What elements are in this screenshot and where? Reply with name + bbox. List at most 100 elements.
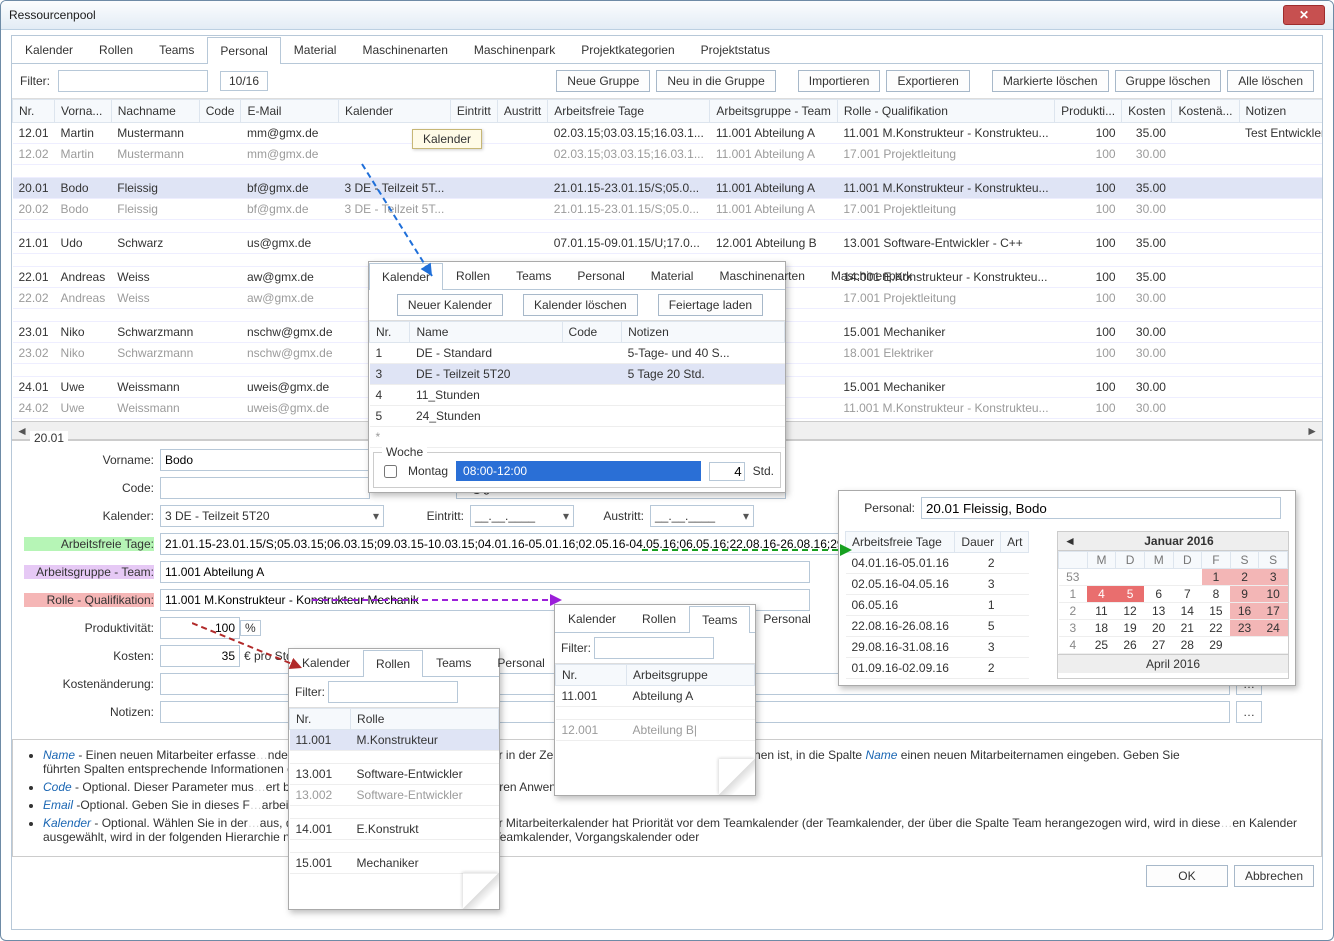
table-row[interactable]: 20.01BodoFleissigbf@gmx.de3 DE - Teilzei… (13, 178, 1323, 199)
calendar-day[interactable]: 16 (1230, 603, 1259, 620)
list-item[interactable]: 411_Stunden (370, 385, 785, 406)
rollen-list[interactable]: Nr.Rolle11.001M.Konstrukteur13.001Softwa… (289, 708, 499, 874)
kalender-dropdown[interactable]: 3 DE - Teilzeit 5T20 (160, 505, 384, 527)
list-item[interactable]: 15.001Mechaniker (290, 853, 499, 874)
tab-kalender[interactable]: Kalender (369, 263, 443, 290)
col-nachname[interactable]: Nachname (111, 100, 199, 123)
scroll-left-icon[interactable]: ◄ (16, 424, 28, 438)
tab-personal[interactable]: Personal (564, 262, 637, 289)
col-arbeitsfrei[interactable]: Arbeitsfreie Tage (548, 100, 710, 123)
list-item[interactable]: 02.05.16-04.05.163 (846, 574, 1029, 595)
montag-zeit-input[interactable]: 08:00-12:00 (456, 461, 701, 481)
calendar-day[interactable]: 5 (1116, 586, 1145, 603)
table-row[interactable]: 21.01UdoSchwarzus@gmx.de07.01.15-09.01.1… (13, 233, 1323, 254)
calendar-day[interactable]: 9 (1230, 586, 1259, 603)
teams-list[interactable]: Nr.Arbeitsgruppe11.001Abteilung A12.001A… (555, 664, 755, 741)
list-item[interactable]: 14.001E.Konstrukt (290, 819, 499, 840)
calendar-day[interactable]: 27 (1144, 637, 1173, 654)
col-eintritt[interactable]: Eintritt (450, 100, 497, 123)
close-icon[interactable]: ✕ (1283, 5, 1325, 25)
list-item[interactable]: 12.001Abteilung B| (556, 720, 755, 741)
tab-personal[interactable]: Personal (750, 605, 823, 632)
calendar-day[interactable] (1173, 569, 1202, 586)
markierte-loeschen-button[interactable]: Markierte löschen (992, 70, 1109, 92)
arbeitsfreie-tage-list[interactable]: Arbeitsfreie TageDauerArt04.01.16-05.01.… (845, 531, 1029, 679)
neue-gruppe-button[interactable]: Neue Gruppe (556, 70, 650, 92)
feiertage-laden-button[interactable]: Feiertage laden (658, 294, 763, 316)
col-kostenae[interactable]: Kostenä... (1172, 100, 1239, 123)
calendar-day[interactable] (1230, 637, 1259, 654)
austritt-dropdown[interactable]: __.__.____ (650, 505, 754, 527)
importieren-button[interactable]: Importieren (798, 70, 881, 92)
eintritt-dropdown[interactable]: __.__.____ (470, 505, 574, 527)
tab-projektkategorien[interactable]: Projektkategorien (568, 36, 687, 63)
col-kalender[interactable]: Kalender (339, 100, 451, 123)
table-row[interactable]: 12.01MartinMustermannmm@gmx.de02.03.15;0… (13, 123, 1323, 144)
calendar-day[interactable]: 23 (1230, 620, 1259, 637)
tab-personal[interactable]: Personal (484, 649, 557, 676)
gruppe-loeschen-button[interactable]: Gruppe löschen (1115, 70, 1222, 92)
list-item[interactable]: 13.002Software-Entwickler (290, 785, 499, 806)
teams-filter-input[interactable] (594, 637, 714, 659)
calendar-day[interactable]: 13 (1144, 603, 1173, 620)
calendar-day[interactable]: 15 (1202, 603, 1231, 620)
tab-material[interactable]: Material (281, 36, 350, 63)
calendar-day[interactable]: 28 (1173, 637, 1202, 654)
calendar-day[interactable]: 14 (1173, 603, 1202, 620)
notizen-more-button[interactable]: … (1236, 701, 1262, 723)
col-email[interactable]: E-Mail (241, 100, 339, 123)
col-team[interactable]: Arbeitsgruppe - Team (710, 100, 838, 123)
tab-teams[interactable]: Teams (689, 606, 750, 633)
calendar-day[interactable]: 20 (1144, 620, 1173, 637)
calendar-day[interactable]: 2 (1230, 569, 1259, 586)
list-item[interactable]: 01.09.16-02.09.162 (846, 658, 1029, 679)
tab-rollen[interactable]: Rollen (443, 262, 503, 289)
ok-button[interactable]: OK (1146, 865, 1228, 887)
calendar-prev-icon[interactable]: ◄ (1064, 534, 1076, 548)
vorname-input[interactable] (160, 449, 370, 471)
kalender-loeschen-button[interactable]: Kalender löschen (523, 294, 638, 316)
col-austritt[interactable]: Austritt (497, 100, 547, 123)
code-input[interactable] (160, 477, 370, 499)
tab-teams[interactable]: Teams (503, 262, 564, 289)
list-item[interactable]: 1DE - Standard5-Tage- und 40 S... (370, 343, 785, 364)
tab-kalender[interactable]: Kalender (289, 649, 363, 676)
col-kosten[interactable]: Kosten (1122, 100, 1172, 123)
col-code[interactable]: Code (199, 100, 241, 123)
calendar-day[interactable]: 22 (1202, 620, 1231, 637)
col-rolle[interactable]: Rolle - Qualifikation (837, 100, 1054, 123)
list-item[interactable]: 524_Stunden (370, 406, 785, 427)
calendar-day[interactable]: 19 (1116, 620, 1145, 637)
table-row[interactable]: 20.02BodoFleissigbf@gmx.de3 DE - Teilzei… (13, 199, 1323, 220)
tab-maschinenpark[interactable]: Maschinenpark (818, 262, 925, 289)
filter-input[interactable] (58, 70, 208, 92)
list-item[interactable]: * (370, 427, 785, 448)
tab-kalender[interactable]: Kalender (555, 605, 629, 632)
neuer-kalender-button[interactable]: Neuer Kalender (397, 294, 503, 316)
tab-kalender[interactable]: Kalender (12, 36, 86, 63)
tab-teams[interactable]: Teams (146, 36, 207, 63)
produktivitaet-input[interactable] (160, 617, 240, 639)
col-notizen[interactable]: Notizen (1239, 100, 1322, 123)
list-item[interactable]: 11.001Abteilung A (556, 686, 755, 707)
calendar-day[interactable]: 21 (1173, 620, 1202, 637)
calendar-day[interactable]: 1 (1202, 569, 1231, 586)
kalender-list[interactable]: Nr.NameCodeNotizen1DE - Standard5-Tage- … (369, 321, 785, 448)
calendar-day[interactable]: 8 (1202, 586, 1231, 603)
list-item[interactable]: 11.001M.Konstrukteur (290, 730, 499, 751)
calendar-day[interactable]: 6 (1144, 586, 1173, 603)
exportieren-button[interactable]: Exportieren (886, 70, 969, 92)
calendar-day[interactable]: 29 (1202, 637, 1231, 654)
col-vorname[interactable]: Vorna... (55, 100, 112, 123)
calendar-day[interactable]: 12 (1116, 603, 1145, 620)
calendar-day[interactable]: 11 (1087, 603, 1116, 620)
table-row[interactable]: 12.02MartinMustermannmm@gmx.de02.03.15;0… (13, 144, 1323, 165)
calendar-day[interactable]: 18 (1087, 620, 1116, 637)
alle-loeschen-button[interactable]: Alle löschen (1227, 70, 1314, 92)
list-item[interactable]: 06.05.161 (846, 595, 1029, 616)
calendar-day[interactable] (1144, 569, 1173, 586)
tab-teams[interactable]: Teams (423, 649, 484, 676)
list-item[interactable]: 22.08.16-26.08.165 (846, 616, 1029, 637)
calendar-day[interactable]: 10 (1259, 586, 1288, 603)
scroll-right-icon[interactable]: ► (1306, 424, 1318, 438)
